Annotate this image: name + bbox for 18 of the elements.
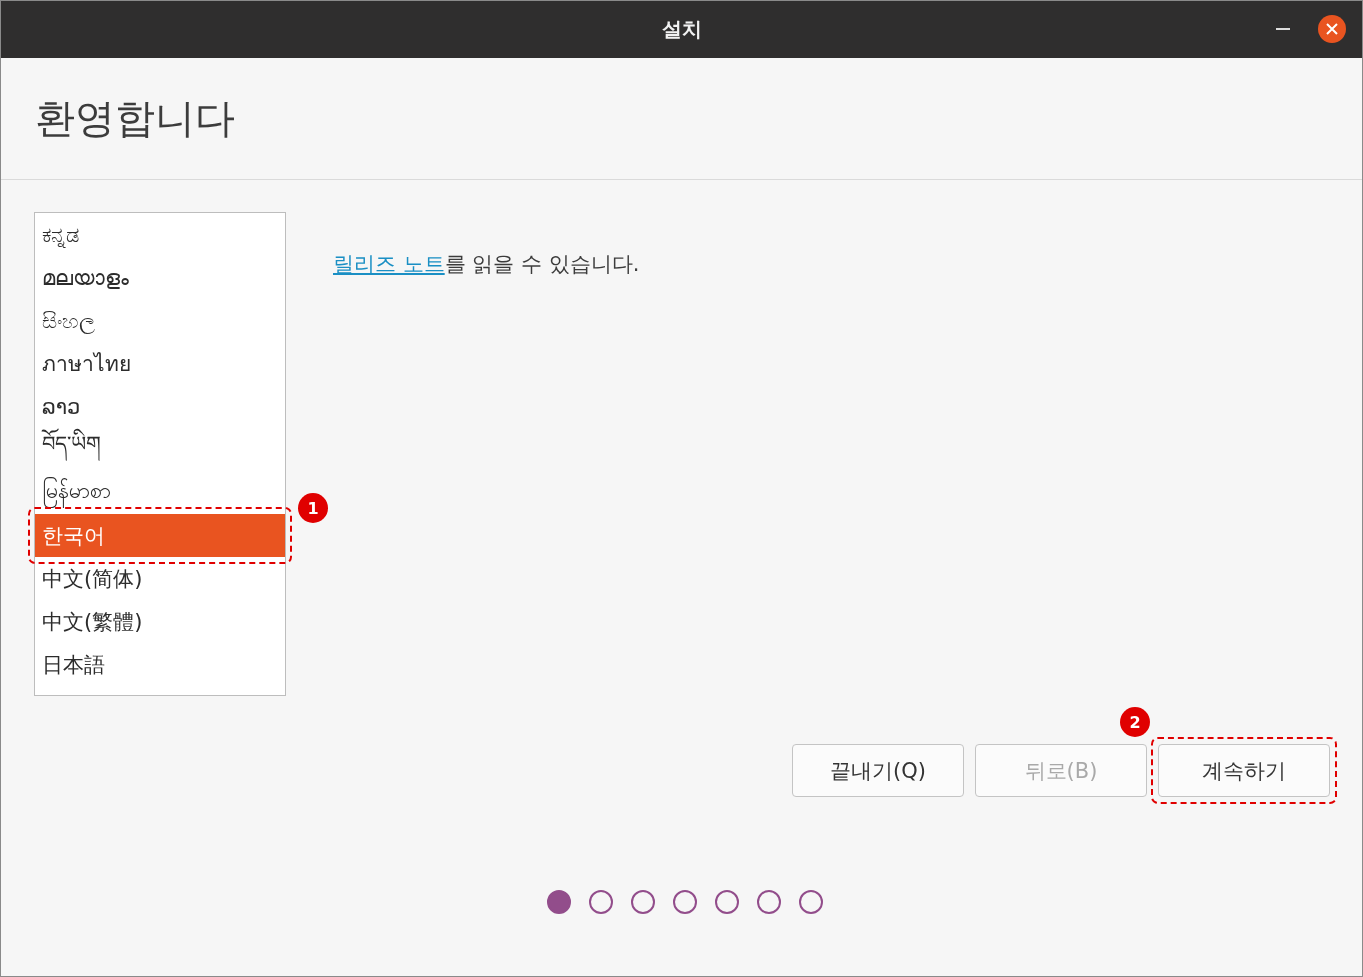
language-item[interactable]: മലയാളം — [35, 256, 285, 299]
release-notes-text: 릴리즈 노트를 읽을 수 있습니다. — [333, 251, 640, 278]
language-item[interactable]: 中文(简体) — [35, 557, 285, 600]
language-item[interactable]: ಕನ್ನಡ — [35, 213, 285, 256]
action-button[interactable]: 끝내기(Q) — [792, 744, 964, 797]
page-title: 환영합니다 — [35, 94, 235, 143]
window-title: 설치 — [661, 16, 702, 43]
language-item[interactable]: සිංහල — [35, 299, 285, 342]
action-button[interactable]: 계속하기 — [1158, 744, 1330, 797]
step-number: 1 — [298, 493, 328, 523]
language-item[interactable]: ภาษาไทย — [35, 342, 285, 385]
language-item[interactable]: 한국어 — [35, 514, 285, 557]
language-item[interactable]: བོད་ཡིག — [35, 428, 285, 471]
language-item[interactable]: 中文(繁體) — [35, 600, 285, 643]
language-item[interactable]: 日本語 — [35, 643, 285, 686]
step-number: 2 — [1120, 707, 1150, 737]
language-item[interactable]: ລາວ — [35, 385, 285, 428]
language-item[interactable]: မြန်မာစာ — [35, 471, 285, 514]
